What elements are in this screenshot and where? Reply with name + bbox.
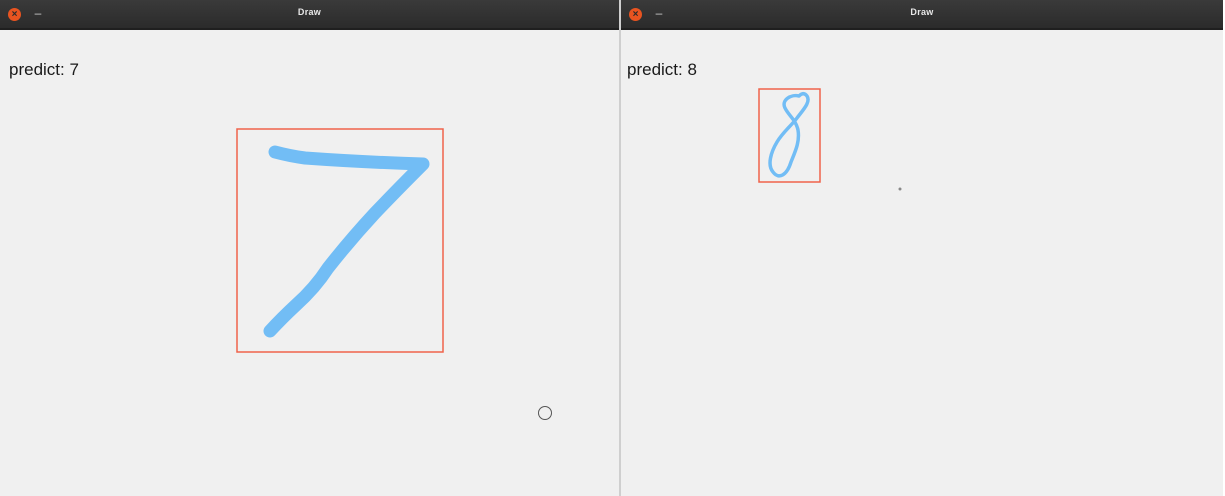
canvas-drawing bbox=[758, 88, 902, 191]
title-bar[interactable]: × – Draw bbox=[0, 0, 619, 30]
window-title: Draw bbox=[297, 7, 322, 17]
window-title: Draw bbox=[910, 7, 934, 17]
draw-window-right: × – Draw predict: 8 bbox=[619, 0, 1223, 496]
desktop: × – Draw predict: 7 × – Draw predict: 8 bbox=[0, 0, 1225, 496]
digit-stroke-7 bbox=[263, 145, 430, 338]
prediction-label: predict: 8 bbox=[627, 60, 697, 79]
title-bar[interactable]: × – Draw bbox=[621, 0, 1223, 30]
canvas-drawing bbox=[236, 128, 552, 420]
cursor-ring-icon bbox=[538, 406, 552, 420]
prediction-label: predict: 7 bbox=[9, 60, 79, 79]
drawing-canvas[interactable]: predict: 7 bbox=[0, 30, 619, 496]
drawing-canvas[interactable]: predict: 8 bbox=[621, 30, 1223, 496]
digit-stroke-8 bbox=[768, 91, 810, 178]
draw-window-left: × – Draw predict: 7 bbox=[0, 0, 619, 496]
cursor-dot-icon bbox=[898, 187, 902, 191]
